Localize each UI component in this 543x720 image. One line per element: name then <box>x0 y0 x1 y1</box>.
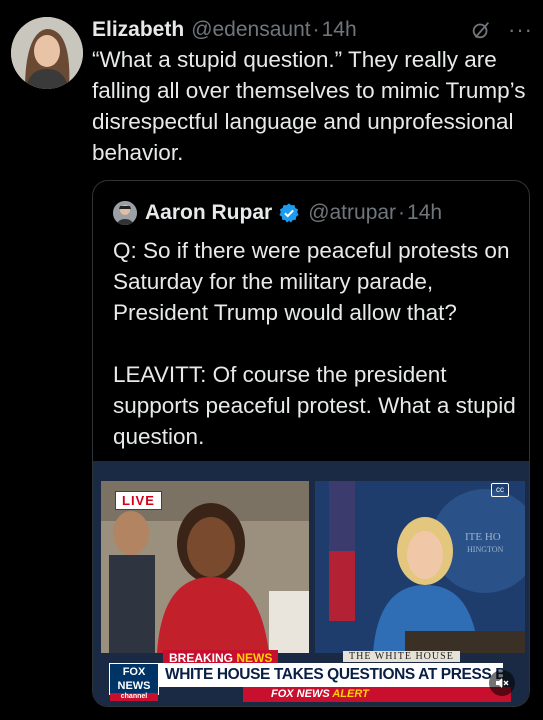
tweet-time[interactable]: 14h <box>322 18 357 42</box>
alert-part-1: FOX NEWS <box>271 688 330 700</box>
author-handle[interactable]: @edensaunt <box>191 18 310 42</box>
fox-news-alert-bar: FOX NEWS ALERT <box>243 687 511 702</box>
quoted-tweet-text: Q: So if there were peaceful protests on… <box>113 235 518 452</box>
podium-sign: THE WHITE HOUSE <box>343 651 460 662</box>
quoted-separator-dot: · <box>398 201 406 224</box>
quoted-text-paragraph-2: LEAVITT: Of course the president support… <box>113 362 516 449</box>
headline-bar: WHITE HOUSE TAKES QUESTIONS AT PRESS BRI… <box>159 663 503 687</box>
grok-icon[interactable] <box>470 19 492 41</box>
author-name[interactable]: Elizabeth <box>92 18 184 42</box>
more-icon[interactable]: ··· <box>508 19 533 41</box>
fox-logo-line-1: FOX <box>122 666 146 678</box>
backdrop-text-2: HINGTON <box>467 545 504 554</box>
quoted-tweet[interactable]: Aaron Rupar @atrupar · 14h Q: So if ther… <box>92 180 530 707</box>
fox-logo-line-2: NEWS <box>117 680 151 692</box>
tweet-text: “What a stupid question.” They really ar… <box>92 47 526 165</box>
captions-icon[interactable]: cc <box>491 483 509 497</box>
fox-news-logo: FOX NEWS channel <box>109 663 159 701</box>
video-left-panel: LIVE <box>101 481 309 653</box>
quoted-tweet-header: Aaron Rupar @atrupar · 14h <box>113 197 442 229</box>
mute-icon[interactable] <box>489 670 515 696</box>
video-right-panel: ITE HO HINGTON <box>315 481 525 653</box>
quoted-author-name[interactable]: Aaron Rupar <box>145 201 272 225</box>
verified-icon <box>279 203 299 223</box>
fox-logo-line-3: channel <box>110 693 158 701</box>
live-badge: LIVE <box>115 491 162 510</box>
author-avatar[interactable] <box>11 17 83 89</box>
separator-dot: · <box>312 18 320 41</box>
backdrop-text-1: ITE HO <box>465 531 501 543</box>
video-player[interactable]: LIVE ITE HO HINGTON cc BREAKING NEWS THE… <box>93 461 529 706</box>
tweet-header: Elizabeth @edensaunt · 14h ··· <box>92 14 533 46</box>
quoted-author-handle[interactable]: @atrupar <box>308 201 396 225</box>
quoted-author-avatar[interactable] <box>113 201 137 225</box>
alert-part-2: ALERT <box>332 688 369 700</box>
quoted-tweet-time[interactable]: 14h <box>407 201 442 225</box>
quoted-text-paragraph-1: Q: So if there were peaceful protests on… <box>113 238 510 325</box>
